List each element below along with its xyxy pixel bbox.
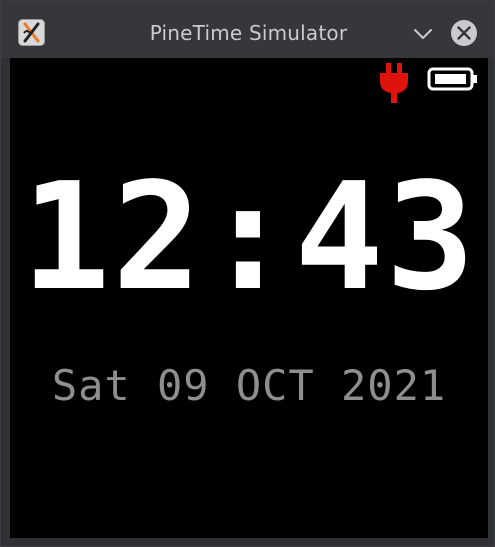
close-button[interactable] [449, 18, 479, 48]
plug-icon [380, 63, 408, 103]
chevron-down-icon [414, 29, 432, 39]
watch-screen: 12:43 Sat 09 OCT 2021 [10, 58, 488, 538]
minimize-button[interactable] [412, 23, 434, 45]
title-bar[interactable]: PineTime Simulator [1, 1, 494, 58]
window-bottom-border [1, 538, 494, 546]
date-display: Sat 09 OCT 2021 [51, 361, 447, 410]
battery-icon [427, 67, 477, 91]
simulator-window: PineTime Simulator 12:43 Sat 09 OCT 2021 [0, 0, 495, 547]
time-display: 12:43 [21, 151, 477, 323]
